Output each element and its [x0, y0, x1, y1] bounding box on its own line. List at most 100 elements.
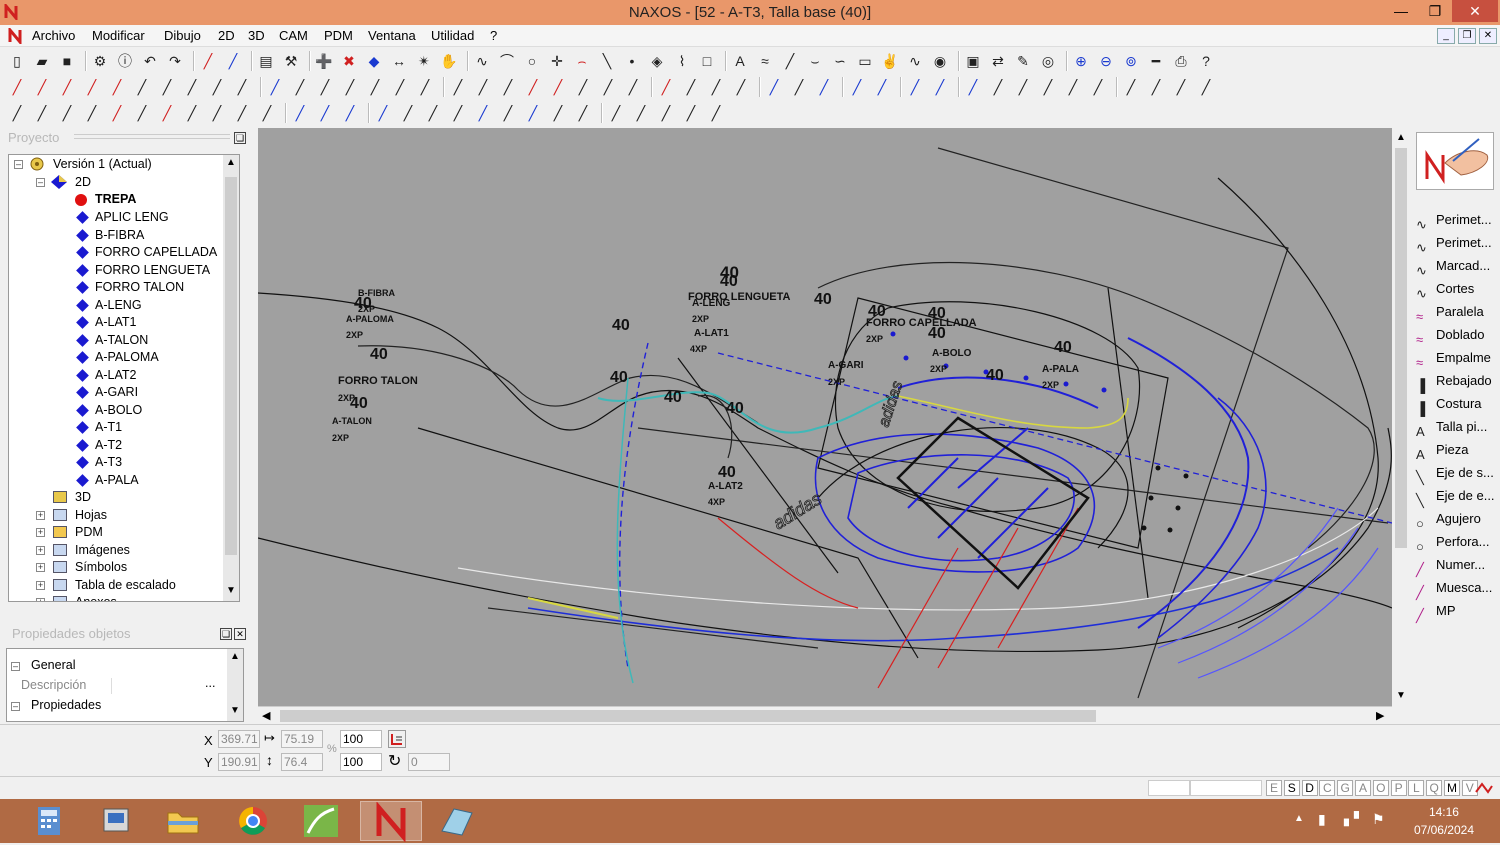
status-flag-m[interactable]: M [1444, 780, 1460, 796]
tb2-curve4-icon[interactable]: ╱ [599, 78, 617, 96]
prop-more-button[interactable]: ... [205, 675, 215, 692]
canvas-scroll-up-icon[interactable]: ▲ [1396, 132, 1406, 143]
tb1-measure-icon[interactable]: ↔ [390, 52, 408, 70]
props-scrollbar[interactable]: ▲ ▼ [227, 649, 243, 721]
tb2-zoom1-icon[interactable]: ╱ [906, 78, 924, 96]
restore-button[interactable]: ❐ [1418, 0, 1452, 22]
tb2-pencil-icon[interactable]: ╱ [549, 78, 567, 96]
tb2-monitor-icon[interactable]: ╱ [1039, 78, 1057, 96]
status-flag-d[interactable]: D [1301, 780, 1318, 796]
tree-scroll-down-icon[interactable]: ▼ [226, 585, 236, 596]
status-red-icon[interactable] [1474, 780, 1494, 796]
tree-node-item[interactable]: Tabla de escalado [75, 577, 176, 594]
tb1-arc-icon[interactable]: ⌒ [498, 52, 516, 70]
tb1-help-icon[interactable]: ? [1197, 52, 1215, 70]
naxos-hand-icon[interactable] [1416, 132, 1494, 190]
tb1-gear-icon[interactable]: ⚙ [91, 52, 109, 70]
tb1-point-icon[interactable]: • [623, 52, 641, 70]
tb2-hook3-icon[interactable]: ╱ [58, 78, 76, 96]
tree-piece-item[interactable]: A-PALA [95, 472, 139, 489]
tb2-hook2-icon[interactable]: ╱ [33, 78, 51, 96]
tb1-text-icon[interactable]: A [731, 52, 749, 70]
right-tool-mp[interactable]: ╱ MP [1416, 600, 1456, 623]
tb1-rect-icon[interactable]: ▭ [856, 52, 874, 70]
expand-symbols-icon[interactable]: + [36, 563, 45, 572]
tb1-spiral-icon[interactable]: ◎ [1039, 52, 1057, 70]
tree-node-item[interactable]: Imágenes [75, 542, 130, 559]
tree-piece-item[interactable]: FORRO CAPELLADA [95, 244, 217, 261]
tree-piece-item[interactable]: A-LAT1 [95, 314, 136, 331]
tb1-delete-icon[interactable]: ✖ [340, 52, 358, 70]
right-tool-perforation[interactable]: ○ Perfora... [1416, 531, 1489, 554]
status-flag-e[interactable]: E [1266, 780, 1282, 796]
right-tool-parallel[interactable]: ≈ Paralela [1416, 301, 1484, 324]
tb1-new-icon[interactable]: ▯ [8, 52, 26, 70]
menu-archivo[interactable]: Archivo [32, 28, 75, 43]
tb1-sel-icon[interactable]: ✴ [415, 52, 433, 70]
tb1-hook-icon[interactable]: ⌢ [573, 52, 591, 70]
canvas-horizontal-scrollbar[interactable]: ◀ ▶ [258, 706, 1392, 724]
right-tool-perimeter2[interactable]: ∿ Perimet... [1416, 232, 1492, 255]
tree-piece-item[interactable]: FORRO TALON [95, 279, 184, 296]
minimize-button[interactable]: — [1384, 0, 1418, 22]
tb2-stamp-icon[interactable]: ╱ [1064, 78, 1082, 96]
taskbar-calculator[interactable] [18, 801, 80, 841]
tb3-square2-icon[interactable]: ╱ [499, 104, 517, 122]
tree-scrollbar[interactable]: ▲ ▼ [223, 155, 239, 601]
tb1-square-icon[interactable]: □ [698, 52, 716, 70]
tb3-sum-icon[interactable]: ╱ [183, 104, 201, 122]
canvas-scroll-down-icon[interactable]: ▼ [1396, 690, 1406, 701]
tb2-network-icon[interactable]: ╱ [341, 78, 359, 96]
props-scroll-down-icon[interactable]: ▼ [230, 705, 240, 716]
tb3-angle-icon[interactable]: ╱ [707, 104, 725, 122]
tb1-redo-icon[interactable]: ↷ [166, 52, 184, 70]
right-tool-cuts[interactable]: ∿ Cortes [1416, 278, 1474, 301]
tb3-table-icon[interactable]: ╱ [424, 104, 442, 122]
tb1-cut-tool-icon[interactable]: ╱ [199, 52, 217, 70]
tree-node-item[interactable]: Símbolos [75, 559, 127, 576]
tree-root[interactable]: Versión 1 (Actual) [53, 156, 152, 173]
collapse-general-icon[interactable]: – [11, 662, 20, 671]
tb1-wave2-icon[interactable]: ∿ [906, 52, 924, 70]
properties-grid[interactable]: – General Descripción ... – Propiedades … [6, 648, 244, 722]
right-tool-notch[interactable]: ╱ Muesca... [1416, 577, 1492, 600]
tb2-arc4-icon[interactable]: ╱ [707, 78, 725, 96]
tb2-ellipse-icon[interactable]: ╱ [133, 78, 151, 96]
tb1-curve-icon[interactable]: ∿ [473, 52, 491, 70]
status-flag-c[interactable]: C [1319, 780, 1336, 796]
mdi-close-button[interactable]: ✕ [1479, 28, 1497, 44]
tb2-wave3-icon[interactable]: ╱ [183, 78, 201, 96]
tb2-hook1-icon[interactable]: ╱ [8, 78, 26, 96]
menu-utilidad[interactable]: Utilidad [431, 28, 474, 43]
properties-panel-float-button[interactable]: ❏ [220, 628, 232, 640]
tb3-corner1-icon[interactable]: ╱ [8, 104, 26, 122]
tb3-dim-h-icon[interactable]: ╱ [632, 104, 650, 122]
tb1-curve2-icon[interactable]: ∽ [831, 52, 849, 70]
expand-images-icon[interactable]: + [36, 545, 45, 555]
tb2-hook5-icon[interactable]: ╱ [108, 78, 126, 96]
taskbar-explorer-tool[interactable] [86, 801, 148, 841]
tree-piece-item[interactable]: APLIC LENG [95, 209, 169, 226]
tb1-zoom-in-icon[interactable]: ⊕ [1072, 52, 1090, 70]
tb1-line2-icon[interactable]: ╱ [781, 52, 799, 70]
tb1-hand-icon[interactable]: ✋ [440, 52, 458, 70]
tb1-ruler-icon[interactable]: ━ [1147, 52, 1165, 70]
tb2-flip-v-icon[interactable]: ╱ [391, 78, 409, 96]
x-coordinate-field[interactable]: 369.71 [218, 730, 260, 748]
expand-scaling-table-icon[interactable]: + [36, 580, 45, 590]
right-tool-skive[interactable]: ▐ Rebajado [1416, 370, 1492, 393]
tree-piece-item[interactable]: A-LAT2 [95, 367, 136, 384]
tree-piece-item[interactable]: A-T1 [95, 419, 122, 436]
tb1-save-icon[interactable]: ■ [58, 52, 76, 70]
rotation-field[interactable]: 0 [408, 753, 450, 771]
status-flag-a[interactable]: A [1355, 780, 1371, 796]
tb2-line4-icon[interactable]: ╱ [474, 78, 492, 96]
tb1-move-icon[interactable]: ➕ [315, 52, 333, 70]
status-flag-l[interactable]: L [1408, 780, 1425, 796]
collapse-propiedades-icon[interactable]: – [11, 702, 20, 711]
tb3-merge4-icon[interactable]: ╱ [316, 104, 334, 122]
tb2-image-icon[interactable]: ╱ [1122, 78, 1140, 96]
tb2-arc3-icon[interactable]: ╱ [682, 78, 700, 96]
tray-battery-icon[interactable]: ▮ [1318, 811, 1326, 828]
tb2-tri-icon[interactable]: ╱ [158, 78, 176, 96]
